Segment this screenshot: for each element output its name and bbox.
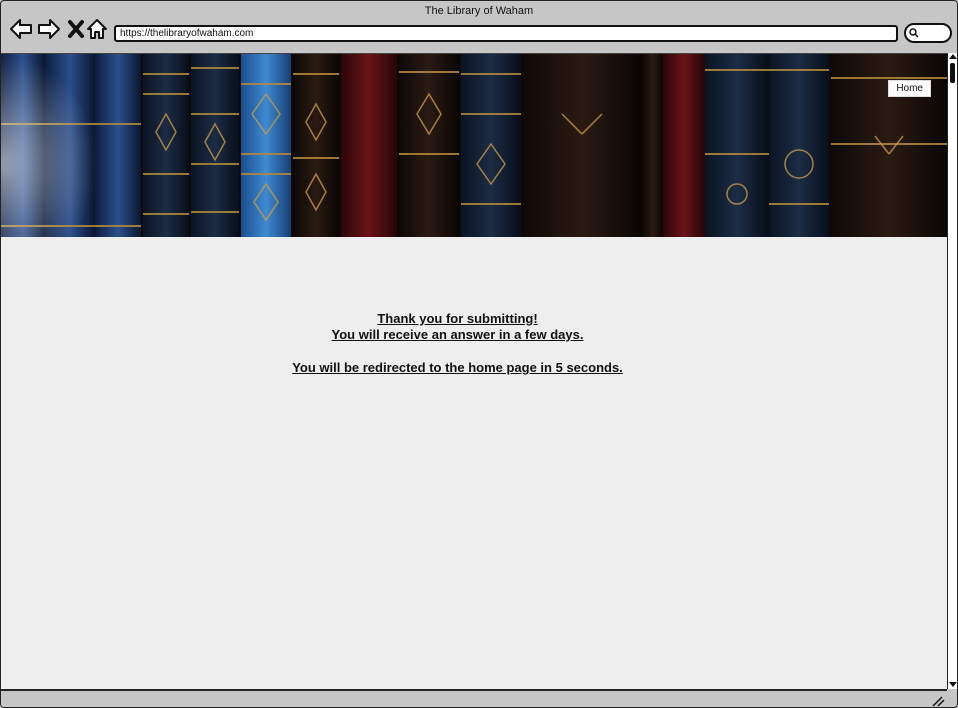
resize-grip-icon[interactable]	[931, 695, 945, 707]
page-viewport: Home Thank you for submitting! You will …	[1, 53, 947, 690]
home-icon	[87, 19, 107, 39]
vertical-scrollbar[interactable]	[947, 53, 957, 689]
address-bar[interactable]: https://thelibraryofwaham.com	[114, 25, 898, 42]
answer-notice: You will receive an answer in a few days…	[331, 327, 584, 342]
search-icon	[909, 28, 919, 38]
scroll-up-arrow-icon[interactable]	[949, 54, 957, 59]
home-link[interactable]: Home	[888, 80, 931, 97]
bookshelf-image	[1, 54, 947, 237]
scroll-down-arrow-icon[interactable]	[949, 682, 957, 687]
scroll-thumb[interactable]	[950, 63, 955, 83]
window-title: The Library of Waham	[424, 5, 534, 17]
status-bar	[1, 689, 947, 707]
search-field[interactable]	[904, 23, 952, 43]
forward-button[interactable]	[37, 17, 61, 41]
back-arrow-icon	[10, 19, 32, 39]
bookshelf-banner: Home	[1, 54, 947, 237]
back-button[interactable]	[9, 17, 33, 41]
browser-window: The Library of Waham https://thelibraryo…	[0, 0, 958, 708]
redirect-notice: You will be redirected to the home page …	[292, 360, 623, 375]
home-nav-button[interactable]	[85, 17, 109, 41]
forward-arrow-icon	[38, 19, 60, 39]
thank-you-heading: Thank you for submitting!	[377, 311, 538, 326]
